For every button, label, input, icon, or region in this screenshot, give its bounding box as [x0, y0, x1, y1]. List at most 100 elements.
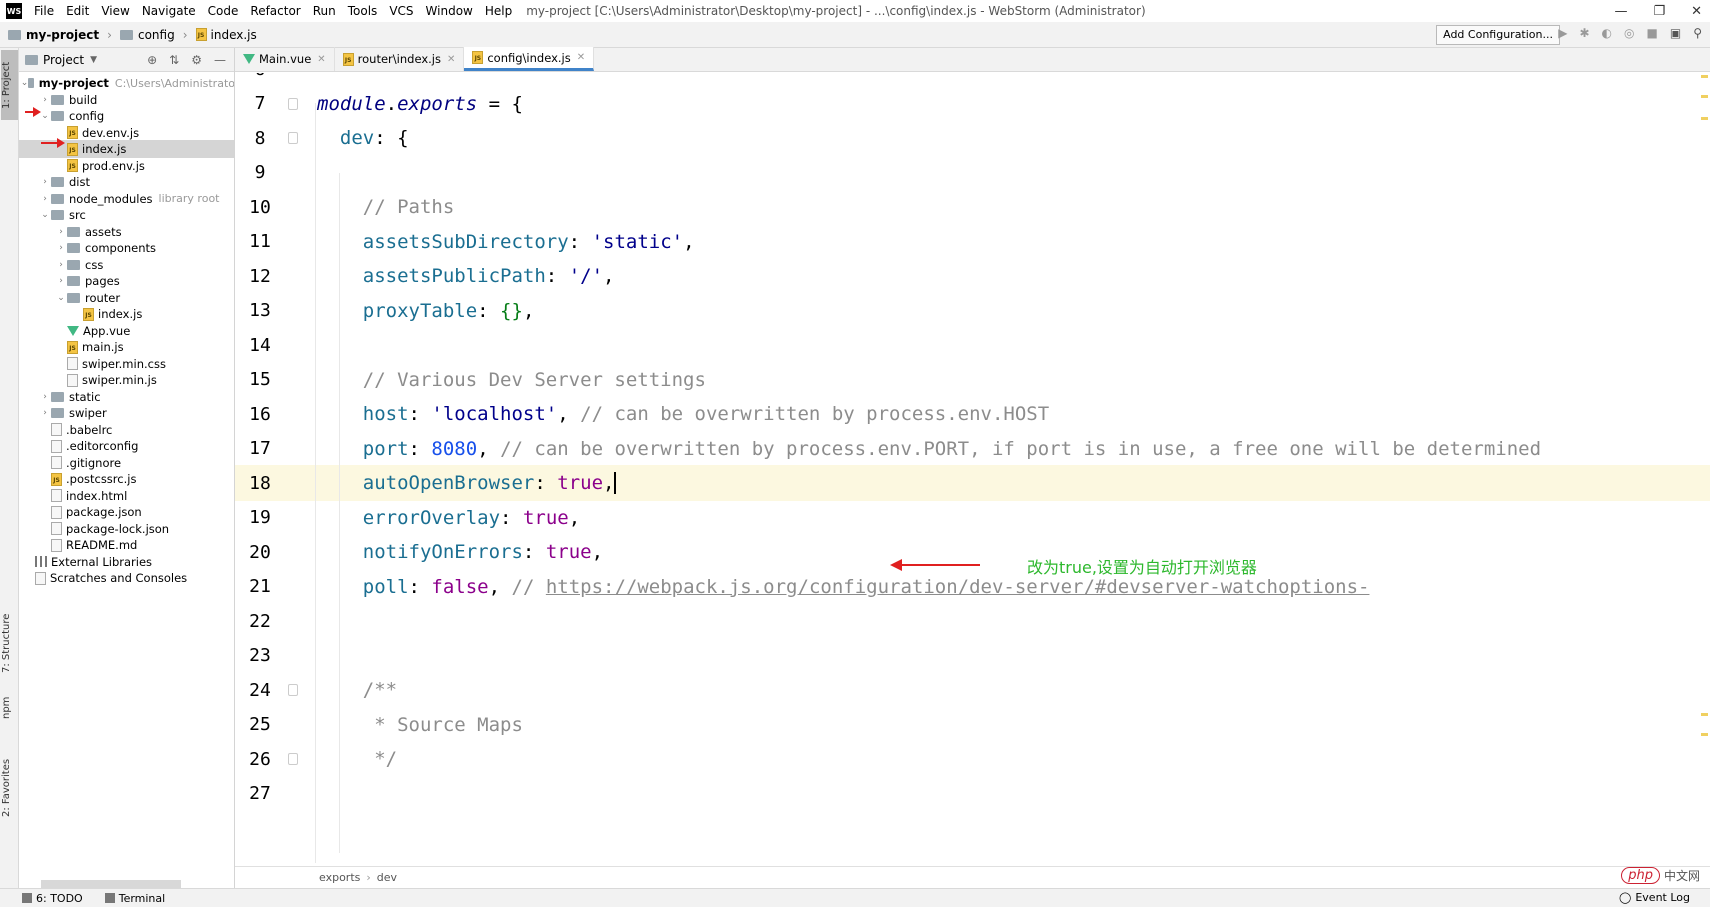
chevron-right-icon[interactable]: › [55, 243, 67, 253]
warning-marker[interactable] [1701, 713, 1708, 716]
code-area[interactable]: 6 7 module.exports = {8 dev: {9 10 // Paths… [235, 73, 1710, 863]
chevron-down-icon[interactable]: ⌄ [55, 293, 67, 303]
tree-item[interactable]: index.html [19, 487, 234, 505]
chevron-right-icon[interactable]: › [39, 392, 51, 402]
tree-item[interactable]: .gitignore [19, 454, 234, 472]
chevron-right-icon[interactable]: › [55, 260, 67, 270]
fold-marker-icon[interactable] [288, 97, 298, 110]
coverage-icon[interactable]: ◐ [1602, 26, 1612, 40]
code-line[interactable]: 7 module.exports = { [235, 86, 1710, 122]
code-line[interactable]: 19 errorOverlay: true, [235, 500, 1710, 536]
close-button[interactable]: ✕ [1691, 4, 1702, 19]
tree-item[interactable]: › build [19, 91, 234, 109]
code-line[interactable]: 23 [235, 638, 1710, 674]
menu-window[interactable]: Window [420, 0, 479, 22]
warning-marker[interactable] [1701, 95, 1708, 98]
breadcrumb-item[interactable]: dev [377, 871, 397, 884]
code-line[interactable]: 11 assetsSubDirectory: 'static', [235, 224, 1710, 260]
code-line[interactable]: 17 port: 8080, // can be overwritten by … [235, 431, 1710, 467]
stop-icon[interactable]: ■ [1647, 26, 1658, 40]
terminal-tool-button[interactable]: Terminal [104, 892, 165, 905]
tree-item[interactable]: .babelrc [19, 421, 234, 439]
editor-tab[interactable]: Main.vue ✕ [235, 47, 335, 71]
tree-item[interactable]: ⌄ my-project C:\Users\Administrato [19, 74, 234, 92]
code-line[interactable]: 8 dev: { [235, 120, 1710, 156]
chevron-right-icon[interactable]: › [39, 194, 51, 204]
tree-item[interactable]: JS .postcssrc.js [19, 470, 234, 488]
close-tab-icon[interactable]: ✕ [317, 54, 325, 65]
tree-item[interactable]: External Libraries [19, 553, 234, 571]
tree-item[interactable]: › components [19, 239, 234, 257]
chevron-down-icon[interactable]: ▼ [90, 55, 97, 65]
add-configuration-button[interactable]: Add Configuration... [1436, 25, 1560, 45]
code-line[interactable]: 10 // Paths [235, 189, 1710, 225]
tree-item[interactable]: › css [19, 256, 234, 274]
maximize-button[interactable]: ❐ [1653, 4, 1665, 19]
collapse-all-icon[interactable]: ⇅ [169, 53, 179, 67]
tree-item[interactable]: swiper.min.css [19, 355, 234, 373]
code-line[interactable]: 24 /** [235, 672, 1710, 708]
chevron-right-icon[interactable]: › [55, 227, 67, 237]
event-log-button[interactable]: ◯ Event Log [1619, 891, 1690, 904]
fold-marker-icon[interactable] [288, 132, 298, 144]
code-line[interactable]: 15 // Various Dev Server settings [235, 362, 1710, 398]
code-line[interactable]: 22 [235, 603, 1710, 639]
chevron-right-icon[interactable]: › [39, 95, 51, 105]
tree-item[interactable]: ⌄ router [19, 289, 234, 307]
code-line[interactable]: 14 [235, 327, 1710, 363]
chevron-right-icon[interactable]: › [55, 276, 67, 286]
code-line[interactable]: 27 [235, 776, 1710, 812]
warning-marker[interactable] [1701, 117, 1708, 120]
structure-tool-tab[interactable]: 7: Structure [1, 608, 18, 678]
tree-item[interactable]: JS prod.env.js [19, 157, 234, 175]
nav-crumb-file[interactable]: JS index.js [195, 28, 257, 42]
chevron-down-icon[interactable]: ⌄ [21, 78, 29, 88]
tree-item[interactable]: JS index.js [19, 305, 234, 323]
project-view-selector[interactable]: Project [43, 53, 84, 67]
tree-item[interactable]: ⌄ src [19, 206, 234, 224]
code-line[interactable]: 25 * Source Maps [235, 707, 1710, 743]
menu-edit[interactable]: Edit [60, 0, 95, 22]
menu-navigate[interactable]: Navigate [136, 0, 202, 22]
warning-marker[interactable] [1701, 733, 1708, 736]
attach-icon[interactable]: ◎ [1624, 26, 1634, 40]
tree-item[interactable]: package.json [19, 503, 234, 521]
tree-item[interactable]: swiper.min.js [19, 371, 234, 389]
hide-icon[interactable]: — [214, 53, 226, 67]
code-line[interactable]: 9 [235, 155, 1710, 191]
code-line[interactable]: 13 proxyTable: {}, [235, 293, 1710, 329]
gear-icon[interactable]: ⚙ [191, 53, 202, 67]
tree-item[interactable]: README.md [19, 536, 234, 554]
code-line[interactable]: 26 */ [235, 741, 1710, 777]
chevron-down-icon[interactable]: ⌄ [39, 210, 51, 220]
nav-crumb-project[interactable]: my-project › [8, 28, 112, 42]
tree-item[interactable]: Scratches and Consoles [19, 569, 234, 587]
tree-item[interactable]: › dist [19, 173, 234, 191]
minimize-button[interactable]: — [1614, 4, 1627, 19]
fold-marker-icon[interactable] [288, 684, 298, 696]
tree-item[interactable]: .editorconfig [19, 437, 234, 455]
close-tab-icon[interactable]: ✕ [577, 52, 585, 63]
project-tool-tab[interactable]: 1: Project [1, 50, 18, 120]
tree-item[interactable]: › pages [19, 272, 234, 290]
horizontal-scrollbar[interactable] [41, 880, 181, 888]
menu-code[interactable]: Code [202, 0, 245, 22]
editor-tab[interactable]: JS router\index.js ✕ [335, 47, 465, 71]
menu-tools[interactable]: Tools [342, 0, 384, 22]
chevron-right-icon[interactable]: › [39, 177, 51, 187]
menu-help[interactable]: Help [479, 0, 518, 22]
locate-icon[interactable]: ⊕ [147, 53, 157, 67]
tree-item[interactable]: › swiper [19, 404, 234, 422]
tree-item[interactable]: JS dev.env.js [19, 124, 234, 142]
code-line[interactable]: 21 poll: false, // https://webpack.js.or… [235, 569, 1710, 605]
menu-refactor[interactable]: Refactor [244, 0, 306, 22]
tree-item[interactable]: package-lock.json [19, 520, 234, 538]
code-line[interactable]: 16 host: 'localhost', // can be overwrit… [235, 396, 1710, 432]
debug-icon[interactable]: ✱ [1579, 26, 1589, 40]
menu-run[interactable]: Run [307, 0, 342, 22]
tree-item[interactable]: › static [19, 388, 234, 406]
tree-item[interactable]: ⌄ config [19, 107, 234, 125]
chevron-right-icon[interactable]: › [39, 408, 51, 418]
tree-item[interactable]: App.vue [19, 322, 234, 340]
nav-crumb-config[interactable]: config › [119, 28, 188, 42]
